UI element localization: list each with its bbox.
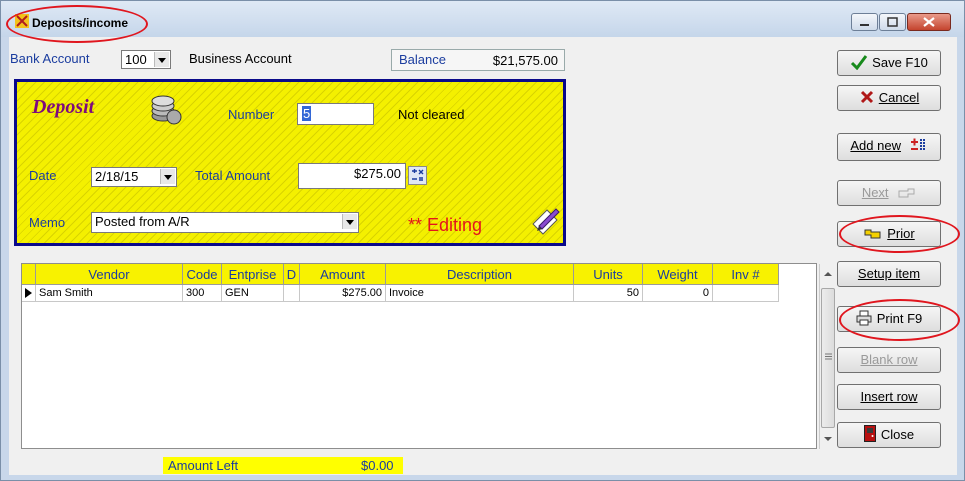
table-row-vendor[interactable]: Sam Smith <box>36 285 183 302</box>
close-icon <box>923 17 935 27</box>
insert-row-label: Insert row <box>860 389 918 404</box>
print-label: Print F9 <box>876 311 923 326</box>
row-selector-header <box>22 264 36 285</box>
maximize-icon <box>887 17 898 27</box>
blank-row-label: Blank row <box>860 352 918 367</box>
col-units[interactable]: Units <box>574 264 643 285</box>
date-label: Date <box>29 168 57 183</box>
bank-account-select[interactable]: 100 <box>121 50 171 69</box>
save-label: Save F10 <box>872 55 928 70</box>
col-inv[interactable]: Inv # <box>713 264 779 285</box>
table-row-entprise[interactable]: GEN <box>222 285 284 302</box>
scroll-down-icon[interactable] <box>823 435 833 443</box>
balance-value: $21,575.00 <box>492 53 558 68</box>
number-value: 5 <box>302 106 312 121</box>
account-name: Business Account <box>189 51 292 66</box>
memo-label: Memo <box>29 215 66 230</box>
number-input[interactable]: 5 <box>297 103 374 125</box>
col-d[interactable]: D <box>284 264 300 285</box>
print-button[interactable]: Print F9 <box>837 306 941 332</box>
title-bar[interactable]: Deposits/income <box>1 1 964 37</box>
table-row-inv[interactable] <box>713 285 779 302</box>
deposit-panel: Deposit Number 5 Not cleared Date 2/18/1… <box>14 79 566 246</box>
amount-left-label: Amount Left <box>168 458 239 473</box>
col-entprise[interactable]: Entprise <box>222 264 284 285</box>
blank-row-button[interactable]: Blank row <box>837 347 941 373</box>
deposit-title: Deposit <box>32 96 95 118</box>
col-vendor[interactable]: Vendor <box>36 264 183 285</box>
table-row-description[interactable]: Invoice <box>386 285 574 302</box>
number-label: Number <box>228 107 275 122</box>
coins-icon <box>151 95 182 125</box>
total-amount-input[interactable]: $275.00 <box>298 163 406 189</box>
checkmark-icon <box>851 55 868 71</box>
add-new-label: Add new <box>850 138 901 153</box>
minimize-button[interactable] <box>851 13 878 31</box>
setup-item-button[interactable]: Setup item <box>837 261 941 287</box>
date-value: 2/18/15 <box>95 169 139 184</box>
insert-row-button[interactable]: Insert row <box>837 384 941 410</box>
balance-box: Balance $21,575.00 <box>391 49 565 71</box>
table-row-amount[interactable]: $275.00 <box>300 285 386 302</box>
table-row-d[interactable] <box>284 285 300 302</box>
next-button[interactable]: Next <box>837 180 941 206</box>
close-label: Close <box>880 427 915 442</box>
cancel-button[interactable]: Cancel <box>837 85 941 111</box>
bank-account-label: Bank Account <box>10 51 90 66</box>
prior-button[interactable]: Prior <box>837 221 941 247</box>
add-new-button[interactable]: Add new <box>837 133 941 161</box>
chevron-down-icon[interactable] <box>342 214 357 229</box>
col-amount[interactable]: Amount <box>300 264 386 285</box>
line-items-grid[interactable]: Vendor Code Entprise D Amount Descriptio… <box>21 263 817 449</box>
table-row-units[interactable]: 50 <box>574 285 643 302</box>
add-row-icon <box>910 138 925 151</box>
save-button[interactable]: Save F10 <box>837 50 941 76</box>
row-selector[interactable] <box>22 285 36 302</box>
close-button[interactable]: Close <box>837 422 941 448</box>
app-icon <box>15 14 29 28</box>
balance-label: Balance <box>399 52 446 67</box>
pointing-hand-left-icon <box>864 229 881 239</box>
date-picker[interactable]: 2/18/15 <box>91 167 177 187</box>
col-weight[interactable]: Weight <box>643 264 713 285</box>
table-row-weight[interactable]: 0 <box>643 285 713 302</box>
table-row-code[interactable]: 300 <box>183 285 222 302</box>
next-label: Next <box>861 185 889 200</box>
grid-scrollbar[interactable] <box>819 264 837 449</box>
window-title: Deposits/income <box>32 16 129 30</box>
door-icon <box>863 425 876 442</box>
editing-status: ** Editing <box>408 215 483 235</box>
maximize-button[interactable] <box>879 13 906 31</box>
minimize-icon <box>860 24 869 26</box>
amount-left-bar: Amount Left $0.00 <box>163 457 403 474</box>
scroll-up-icon[interactable] <box>823 270 833 278</box>
memo-select[interactable]: Posted from A/R <box>91 212 359 233</box>
col-description[interactable]: Description <box>386 264 574 285</box>
client-area: Bank Account 100 Business Account Balanc… <box>9 37 957 475</box>
col-code[interactable]: Code <box>183 264 222 285</box>
memo-value: Posted from A/R <box>95 214 190 229</box>
scrollbar-thumb[interactable] <box>821 288 835 428</box>
cancel-label: Cancel <box>878 90 920 105</box>
current-row-icon <box>25 288 32 298</box>
chevron-down-icon[interactable] <box>160 169 175 184</box>
edit-pencil-icon <box>532 208 560 235</box>
close-window-button[interactable] <box>907 13 951 31</box>
deposits-window: Deposits/income Bank Account 100 Busines… <box>0 0 965 481</box>
prior-label: Prior <box>887 226 915 241</box>
bank-account-value: 100 <box>125 52 147 67</box>
total-amount-value: $275.00 <box>354 166 401 181</box>
chevron-down-icon[interactable] <box>154 52 169 67</box>
amount-left-value: $0.00 <box>361 458 394 473</box>
cleared-status: Not cleared <box>398 107 465 122</box>
total-amount-label: Total Amount <box>195 168 271 183</box>
calculator-icon[interactable] <box>408 166 427 185</box>
grip-icon <box>825 353 832 360</box>
cancel-x-icon <box>860 90 873 104</box>
pointing-hand-right-icon <box>898 188 915 198</box>
printer-icon <box>856 310 872 326</box>
setup-item-label: Setup item <box>857 266 921 281</box>
